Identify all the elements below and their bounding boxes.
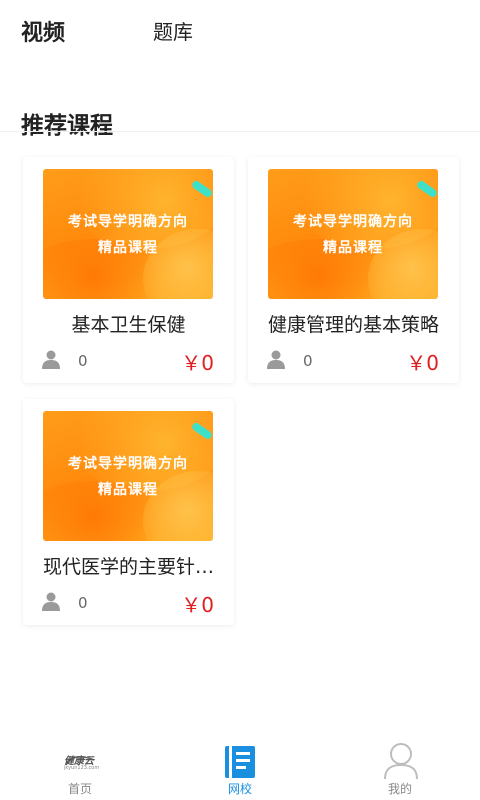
- course-card[interactable]: 考试导学明确方向 精品课程 基本卫生保健 0 ￥0: [23, 157, 234, 383]
- course-name: 健康管理的基本策略: [267, 314, 439, 336]
- person-icon: [42, 592, 60, 611]
- course-price: ￥0: [181, 593, 214, 617]
- nav-home-label: 首页: [67, 782, 92, 796]
- course-name: 基本卫生保健: [71, 314, 186, 336]
- student-count: 0: [78, 594, 88, 612]
- person-icon: [42, 350, 60, 369]
- thumbnail-line2: 精品课程: [98, 240, 158, 256]
- top-tabs: 视频 题库: [0, 0, 480, 64]
- tab-video[interactable]: 视频: [21, 15, 65, 47]
- user-icon: [384, 743, 418, 780]
- nav-school-label: 网校: [227, 782, 252, 796]
- nav-school[interactable]: 网校: [180, 736, 300, 800]
- section-divider: [0, 131, 480, 132]
- section-title: 推荐课程: [21, 113, 113, 139]
- course-card[interactable]: 考试导学明确方向 精品课程 健康管理的基本策略 0 ￥0: [248, 157, 459, 383]
- student-count: 0: [303, 352, 313, 370]
- thumbnail-line1: 考试导学明确方向: [68, 214, 188, 230]
- person-icon: [267, 350, 285, 369]
- student-count: 0: [78, 352, 88, 370]
- nav-mine[interactable]: 我的: [340, 736, 460, 800]
- course-price: ￥0: [181, 351, 214, 375]
- thumbnail-line1: 考试导学明确方向: [68, 456, 188, 472]
- nav-home[interactable]: 健康云 jkyun123.com 首页: [20, 736, 140, 800]
- thumbnail-line1: 考试导学明确方向: [293, 214, 413, 230]
- course-thumbnail: 考试导学明确方向 精品课程: [268, 169, 438, 299]
- nav-mine-label: 我的: [387, 782, 412, 796]
- course-name: 现代医学的主要针…: [42, 556, 214, 578]
- tab-question-bank[interactable]: 题库: [153, 16, 193, 45]
- course-thumbnail: 考试导学明确方向 精品课程: [43, 411, 213, 541]
- course-card[interactable]: 考试导学明确方向 精品课程 现代医学的主要针… 0 ￥0: [23, 399, 234, 625]
- school-icon: [225, 746, 255, 778]
- thumbnail-line2: 精品课程: [98, 482, 158, 498]
- thumbnail-line2: 精品课程: [323, 240, 383, 256]
- course-price: ￥0: [406, 351, 439, 375]
- course-thumbnail: 考试导学明确方向 精品课程: [43, 169, 213, 299]
- bottom-nav: 健康云 jkyun123.com 首页 网校 我的: [0, 736, 480, 800]
- brand-logo-subtext: jkyun123.com: [64, 765, 100, 771]
